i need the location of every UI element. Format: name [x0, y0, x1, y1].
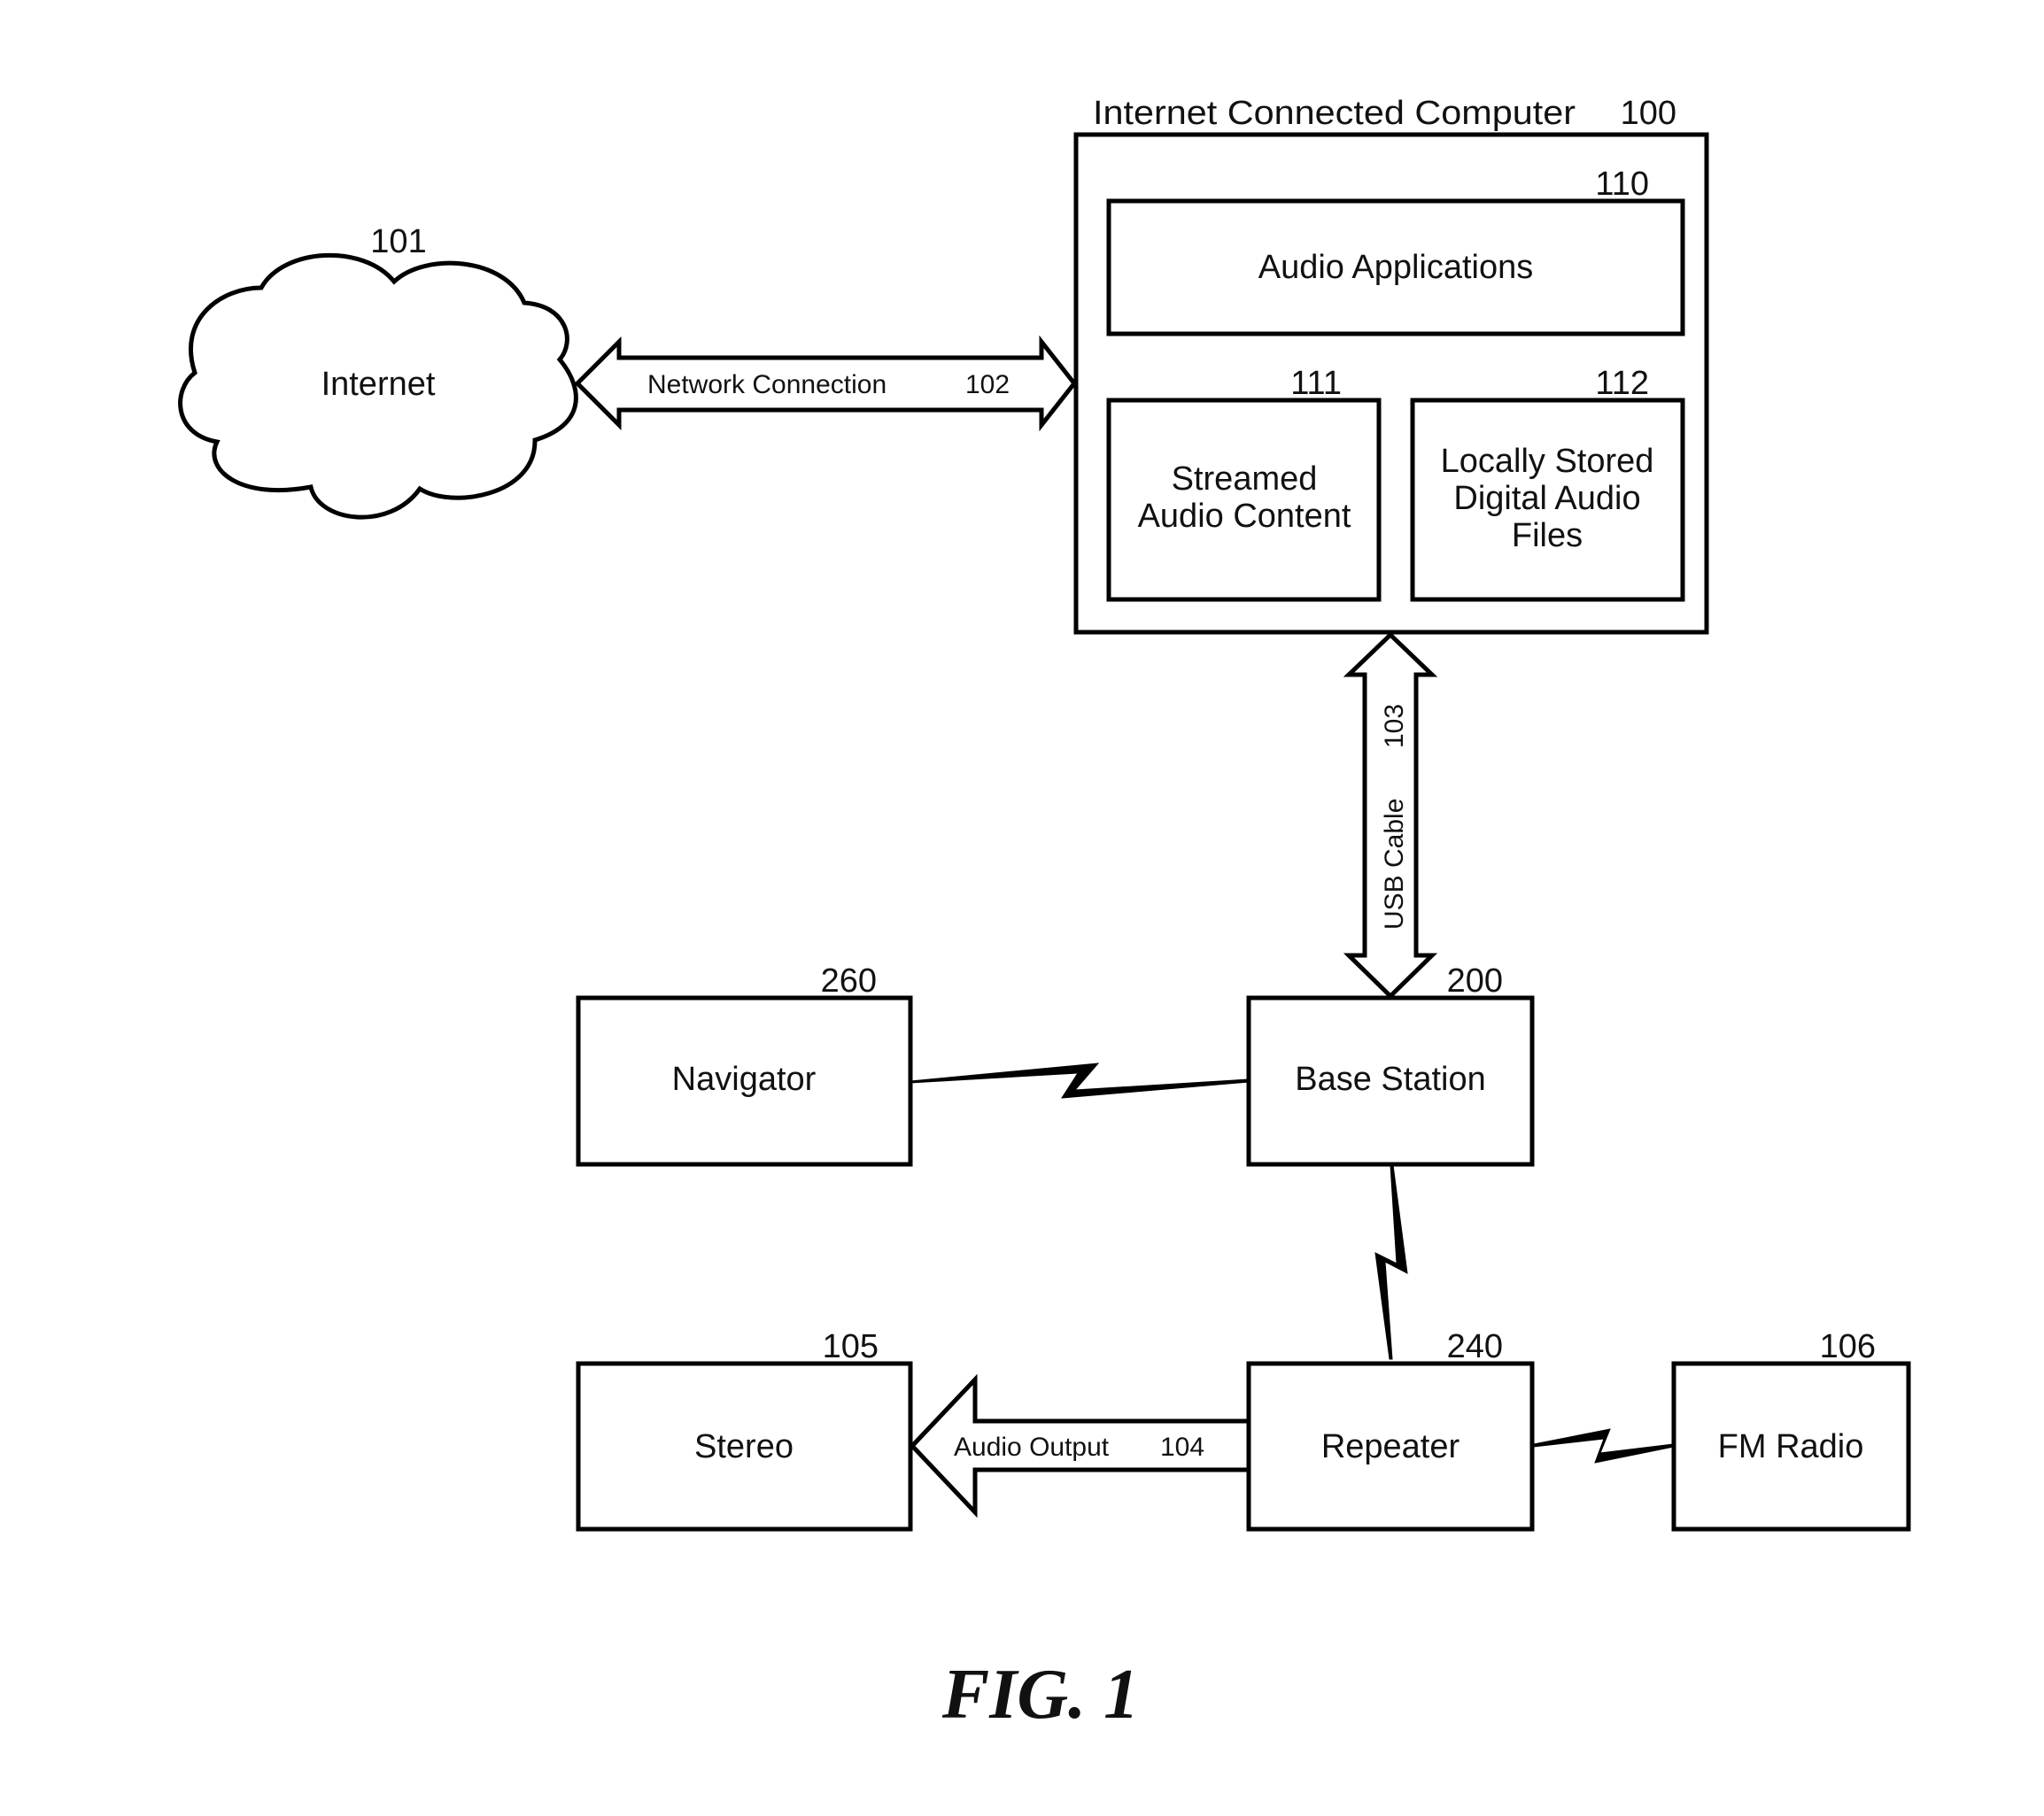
system-diagram: Internet 101 Network Connection 102 Inte… — [178, 95, 1911, 1734]
computer-label: Internet Connected Computer — [1093, 95, 1576, 132]
network-connection-ref: 102 — [965, 370, 1010, 399]
repeater-label: Repeater — [1321, 1428, 1460, 1465]
audio-output-connection: Audio Output 104 — [909, 1373, 1251, 1518]
usb-cable-label: USB Cable — [1380, 799, 1409, 930]
audio-applications-ref: 110 — [1595, 166, 1649, 203]
figure-caption: FIG. 1 — [941, 1656, 1139, 1734]
wireless-link-navigator — [910, 1063, 1250, 1099]
navigator-node: 260 Navigator — [576, 962, 913, 1167]
streamed-audio-ref: 111 — [1290, 365, 1342, 402]
lightning-bolt-icon — [910, 1063, 1250, 1099]
usb-cable-ref: 103 — [1380, 704, 1409, 748]
usb-cable-connection: USB Cable 103 — [1343, 631, 1438, 1000]
base-station-ref: 200 — [1447, 962, 1503, 1000]
lightning-bolt-icon — [1374, 1164, 1408, 1360]
stereo-ref: 105 — [823, 1328, 879, 1365]
navigator-ref: 260 — [821, 962, 877, 1000]
local-files-label-line-2: Digital Audio — [1453, 480, 1640, 517]
internet-ref: 101 — [370, 223, 426, 260]
audio-output-ref: 104 — [1160, 1433, 1204, 1462]
local-files-node: 112 Locally Stored Digital Audio Files — [1410, 365, 1685, 602]
lightning-bolt-icon — [1533, 1428, 1675, 1464]
computer-ref: 100 — [1621, 95, 1676, 132]
stereo-label: Stereo — [694, 1428, 794, 1465]
streamed-audio-label-line-2: Audio Content — [1138, 498, 1351, 535]
wireless-link-fm — [1533, 1428, 1675, 1464]
navigator-label: Navigator — [672, 1061, 817, 1098]
internet-node: Internet 101 — [178, 223, 578, 520]
fm-radio-node: 106 FM Radio — [1671, 1328, 1911, 1532]
computer-node: Internet Connected Computer 100 110 Audi… — [1073, 95, 1709, 635]
fm-radio-ref: 106 — [1820, 1328, 1876, 1365]
network-connection-label: Network Connection — [647, 370, 887, 399]
wireless-link-repeater — [1374, 1164, 1408, 1360]
streamed-audio-node: 111 Streamed Audio Content — [1106, 365, 1382, 602]
network-connection: Network Connection 102 — [574, 335, 1078, 432]
streamed-audio-label-line-1: Streamed — [1172, 460, 1318, 498]
audio-applications-label: Audio Applications — [1258, 249, 1534, 286]
local-files-label-line-3: Files — [1512, 517, 1583, 554]
local-files-label-line-1: Locally Stored — [1441, 443, 1654, 480]
internet-label: Internet — [321, 366, 436, 403]
repeater-ref: 240 — [1447, 1328, 1503, 1365]
audio-output-label: Audio Output — [954, 1433, 1110, 1462]
stereo-node: 105 Stereo — [576, 1328, 913, 1532]
local-files-ref: 112 — [1595, 365, 1649, 402]
base-station-label: Base Station — [1295, 1061, 1485, 1098]
fm-radio-label: FM Radio — [1718, 1428, 1864, 1465]
